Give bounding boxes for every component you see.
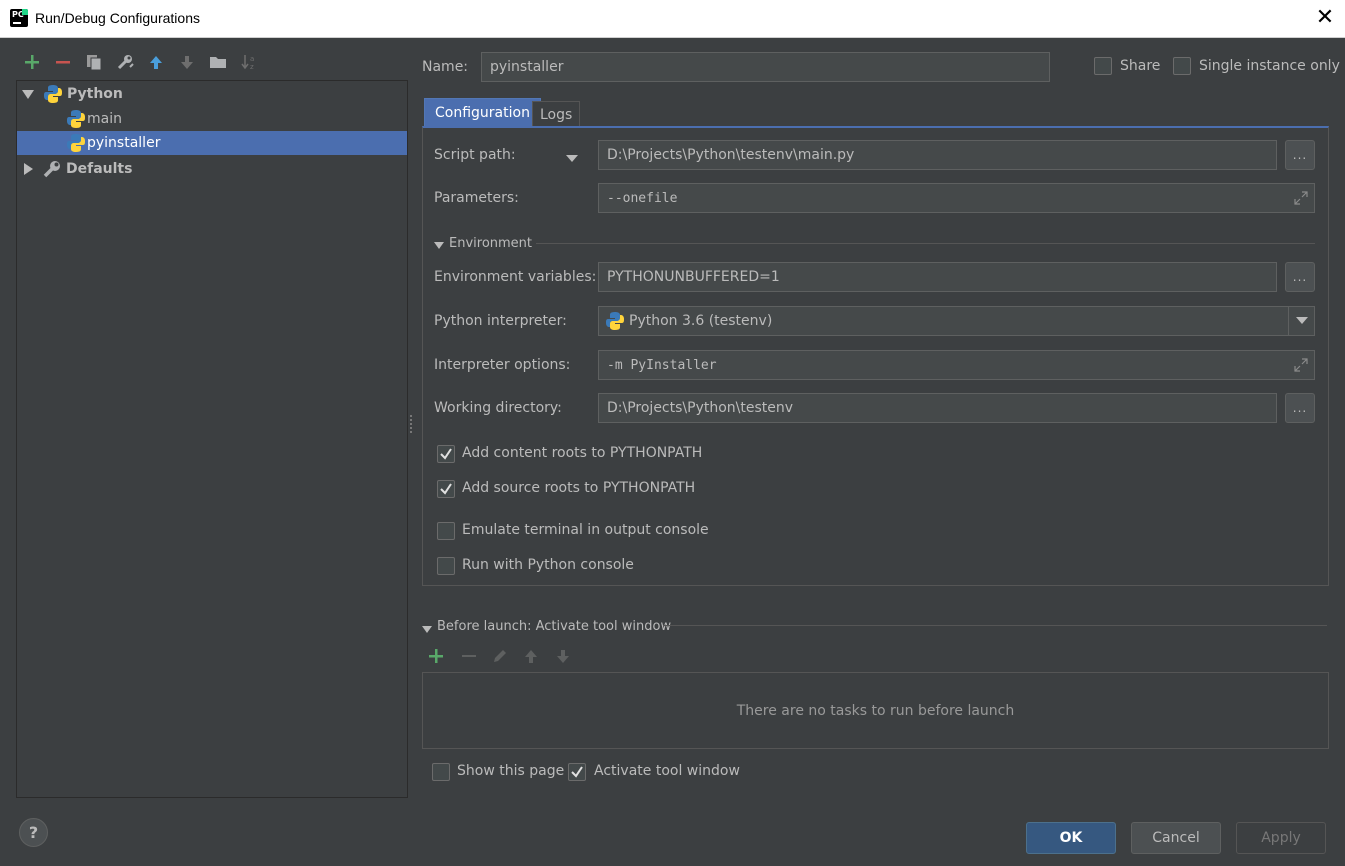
collapse-arrow-icon[interactable]: [24, 163, 33, 175]
python-icon: [43, 84, 63, 104]
tree-item-python[interactable]: Python: [17, 82, 407, 106]
expand-arrow-icon[interactable]: [22, 89, 34, 99]
chevron-down-icon[interactable]: [1288, 307, 1314, 335]
env-vars-browse-button[interactable]: ...: [1285, 262, 1315, 292]
add-content-roots-label: Add content roots to PYTHONPATH: [462, 445, 703, 461]
python-icon: [66, 109, 86, 129]
name-label: Name:: [422, 59, 469, 75]
expand-icon[interactable]: [1294, 358, 1308, 372]
script-path-label: Script path:: [434, 147, 516, 163]
splitter-handle[interactable]: [409, 415, 413, 433]
share-checkbox[interactable]: [1094, 57, 1112, 75]
move-task-down-icon[interactable]: [555, 648, 571, 664]
checkmark-icon: [440, 448, 452, 460]
share-label: Share: [1120, 58, 1161, 74]
parameters-field[interactable]: --onefile: [598, 183, 1315, 213]
add-task-icon[interactable]: [428, 648, 444, 664]
svg-text:a: a: [250, 55, 254, 63]
apply-button[interactable]: Apply: [1236, 822, 1326, 854]
tree-item-pyinstaller[interactable]: pyinstaller: [17, 131, 407, 155]
add-source-roots-label: Add source roots to PYTHONPATH: [462, 480, 696, 496]
edit-task-icon[interactable]: [492, 648, 508, 664]
tree-item-main[interactable]: main: [17, 107, 407, 131]
parameters-value: --onefile: [607, 190, 678, 206]
emulate-terminal-label: Emulate terminal in output console: [462, 522, 709, 538]
empty-tasks-message: There are no tasks to run before launch: [736, 702, 1015, 719]
name-field[interactable]: pyinstaller: [481, 52, 1050, 82]
svg-text:z: z: [250, 63, 254, 71]
environment-collapse-icon[interactable]: [434, 238, 444, 254]
interpreter-select[interactable]: Python 3.6 (testenv): [598, 306, 1315, 336]
before-launch-task-list: There are no tasks to run before launch: [422, 672, 1329, 749]
tree-item-label: main: [87, 111, 122, 127]
configurations-tree: Python main pyinstaller Defaults: [16, 80, 408, 798]
tree-item-label: pyinstaller: [87, 135, 161, 151]
tab-logs[interactable]: Logs: [532, 101, 581, 127]
show-page-checkbox[interactable]: [432, 763, 450, 781]
single-instance-label: Single instance only: [1199, 58, 1340, 74]
window-title: Run/Debug Configurations: [35, 10, 200, 26]
working-dir-label: Working directory:: [434, 400, 562, 416]
working-dir-browse-button[interactable]: ...: [1285, 393, 1315, 423]
interpreter-label: Python interpreter:: [434, 313, 567, 329]
before-launch-title: Before launch: Activate tool window: [437, 619, 672, 634]
show-page-label: Show this page: [457, 763, 565, 779]
edit-defaults-icon[interactable]: [113, 50, 137, 74]
pycharm-app-icon: PC: [10, 9, 28, 27]
interpreter-options-value: -m PyInstaller: [607, 357, 717, 373]
cancel-button[interactable]: Cancel: [1131, 822, 1221, 854]
interpreter-value: Python 3.6 (testenv): [629, 313, 773, 329]
python-icon: [66, 133, 86, 153]
move-task-up-icon[interactable]: [523, 648, 539, 664]
working-dir-field[interactable]: D:\Projects\Python\testenv: [598, 393, 1277, 423]
add-icon[interactable]: [20, 50, 44, 74]
env-vars-label: Environment variables:: [434, 269, 597, 285]
emulate-terminal-checkbox[interactable]: [437, 522, 455, 540]
single-instance-checkbox[interactable]: [1173, 57, 1191, 75]
env-vars-field[interactable]: PYTHONUNBUFFERED=1: [598, 262, 1277, 292]
help-button[interactable]: ?: [19, 818, 48, 847]
activate-tool-window-label: Activate tool window: [594, 763, 740, 779]
before-launch-collapse-icon[interactable]: [422, 622, 432, 638]
add-source-roots-checkbox[interactable]: [437, 480, 455, 498]
script-path-field[interactable]: D:\Projects\Python\testenv\main.py: [598, 140, 1277, 170]
section-divider: [663, 625, 1327, 626]
move-up-icon[interactable]: [144, 50, 168, 74]
expand-icon[interactable]: [1294, 191, 1308, 205]
interpreter-options-label: Interpreter options:: [434, 357, 571, 373]
add-content-roots-checkbox[interactable]: [437, 445, 455, 463]
title-bar: [0, 0, 1345, 38]
remove-task-icon[interactable]: [461, 648, 477, 664]
interpreter-options-field[interactable]: -m PyInstaller: [598, 350, 1315, 380]
tab-configuration[interactable]: Configuration: [424, 98, 541, 127]
ok-button[interactable]: OK: [1026, 822, 1116, 854]
move-down-icon[interactable]: [175, 50, 199, 74]
sort-icon[interactable]: az: [237, 50, 261, 74]
section-divider: [536, 243, 1315, 244]
tree-item-defaults[interactable]: Defaults: [17, 157, 407, 181]
python-console-checkbox[interactable]: [437, 557, 455, 575]
script-path-dropdown-icon[interactable]: [566, 151, 578, 167]
script-path-browse-button[interactable]: ...: [1285, 140, 1315, 170]
checkmark-icon: [571, 766, 583, 778]
wrench-icon: [42, 159, 62, 179]
parameters-label: Parameters:: [434, 190, 519, 206]
copy-icon[interactable]: [82, 50, 106, 74]
tree-item-label: Python: [67, 86, 123, 102]
activate-tool-window-checkbox[interactable]: [568, 763, 586, 781]
folder-icon[interactable]: [206, 50, 230, 74]
python-icon: [605, 311, 625, 331]
environment-section-title: Environment: [449, 236, 533, 251]
python-console-label: Run with Python console: [462, 557, 634, 573]
checkmark-icon: [440, 483, 452, 495]
tree-item-label: Defaults: [66, 161, 133, 177]
close-icon[interactable]: ✕: [1313, 6, 1337, 30]
configurations-toolbar: az: [18, 50, 408, 76]
remove-icon[interactable]: [51, 50, 75, 74]
